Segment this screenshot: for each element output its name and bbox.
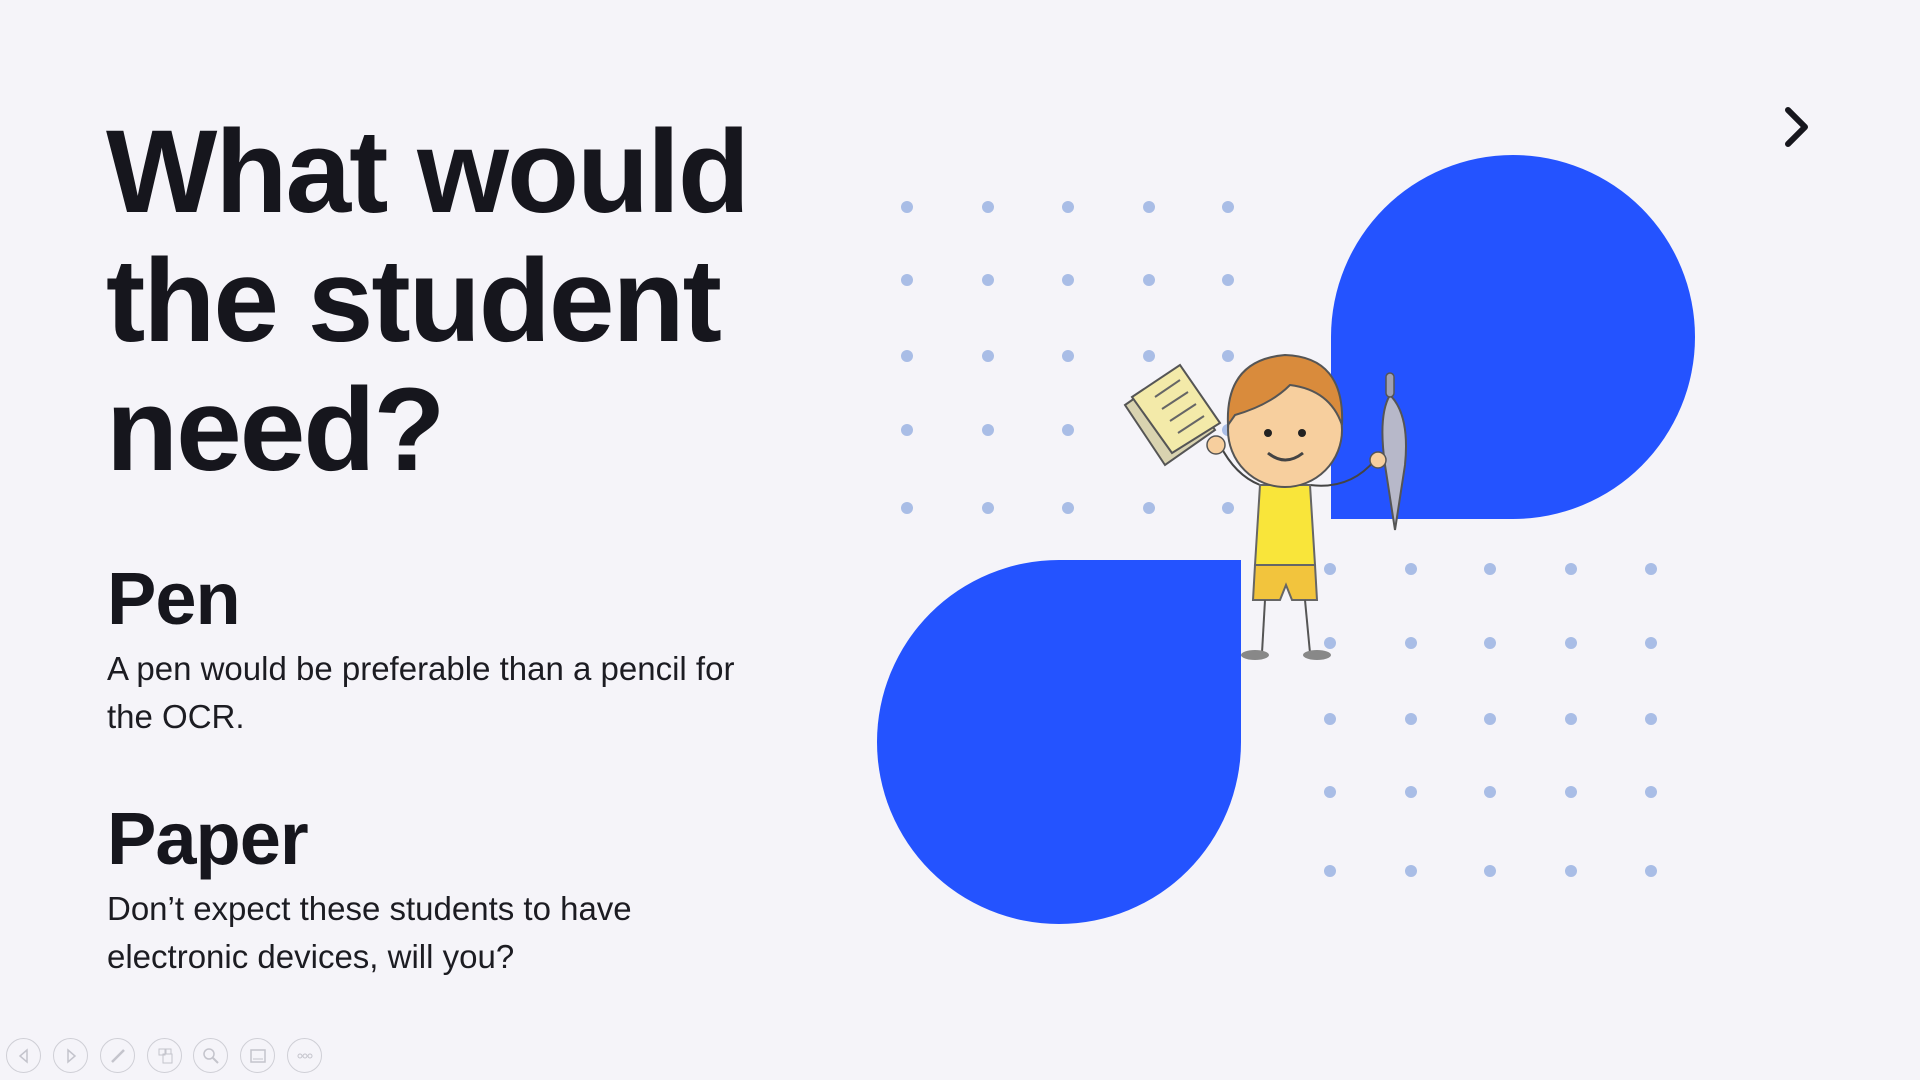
decorative-dot [1645, 865, 1657, 877]
decorative-dot [1484, 637, 1496, 649]
decorative-dot [1222, 274, 1234, 286]
decorative-dot [1484, 786, 1496, 798]
slide-title: What would the student need? [106, 106, 750, 496]
magnifier-icon [202, 1047, 219, 1064]
see-all-slides-button[interactable] [147, 1038, 182, 1073]
decorative-dot [1484, 865, 1496, 877]
next-slide-button[interactable] [1778, 104, 1818, 150]
decorative-dot [1143, 201, 1155, 213]
decorative-dot [1062, 424, 1074, 436]
decorative-dot [901, 350, 913, 362]
decorative-dot [1062, 274, 1074, 286]
decorative-dot [1645, 637, 1657, 649]
decorative-dot [1565, 563, 1577, 575]
more-icon [297, 1053, 312, 1058]
decorative-dot [982, 502, 994, 514]
decorative-dot [1565, 786, 1577, 798]
decorative-dot [1484, 563, 1496, 575]
decorative-dot [1143, 274, 1155, 286]
decorative-dot [1645, 563, 1657, 575]
triangle-left-icon [18, 1047, 28, 1064]
section-body-paper: Don’t expect these students to have elec… [107, 890, 632, 975]
pen-tool-button[interactable] [100, 1038, 135, 1073]
decorative-dot [1062, 502, 1074, 514]
decorative-dot [901, 424, 913, 436]
student-illustration [1123, 353, 1407, 660]
decorative-dot [1324, 865, 1336, 877]
chevron-right-icon [1785, 107, 1808, 147]
decorative-dot [982, 350, 994, 362]
section-heading-paper: Paper [107, 797, 309, 880]
decorative-dot [1405, 713, 1417, 725]
decorative-dot [901, 201, 913, 213]
decorative-dot [1324, 713, 1336, 725]
decorative-dot [1484, 713, 1496, 725]
decorative-dot [901, 502, 913, 514]
decorative-dot [901, 274, 913, 286]
decorative-dot [1222, 201, 1234, 213]
decorative-dot [1645, 713, 1657, 725]
decorative-dot [1324, 786, 1336, 798]
previous-slide-button[interactable] [6, 1038, 41, 1073]
zoom-button[interactable] [193, 1038, 228, 1073]
pen-icon [110, 1048, 125, 1063]
section-heading-pen: Pen [107, 557, 241, 640]
decorative-dot [1405, 786, 1417, 798]
decorative-dot [1565, 713, 1577, 725]
decorative-dot [1565, 865, 1577, 877]
subtitles-icon [249, 1048, 266, 1063]
slides-grid-icon [158, 1048, 172, 1063]
decorative-dot [982, 274, 994, 286]
pen-icon [1381, 372, 1407, 531]
next-slide-toolbar-button[interactable] [53, 1038, 88, 1073]
decorative-dot [982, 424, 994, 436]
decorative-dot [982, 201, 994, 213]
triangle-right-icon [66, 1047, 76, 1064]
more-options-button[interactable] [287, 1038, 322, 1073]
decorative-dot [1405, 865, 1417, 877]
decorative-dot [1062, 350, 1074, 362]
decorative-dot [1062, 201, 1074, 213]
decorative-dot [1565, 637, 1577, 649]
decorative-dot [1645, 786, 1657, 798]
section-body-pen: A pen would be preferable than a pencil … [107, 650, 735, 735]
subtitles-button[interactable] [240, 1038, 275, 1073]
notepad-icon [1123, 363, 1222, 467]
